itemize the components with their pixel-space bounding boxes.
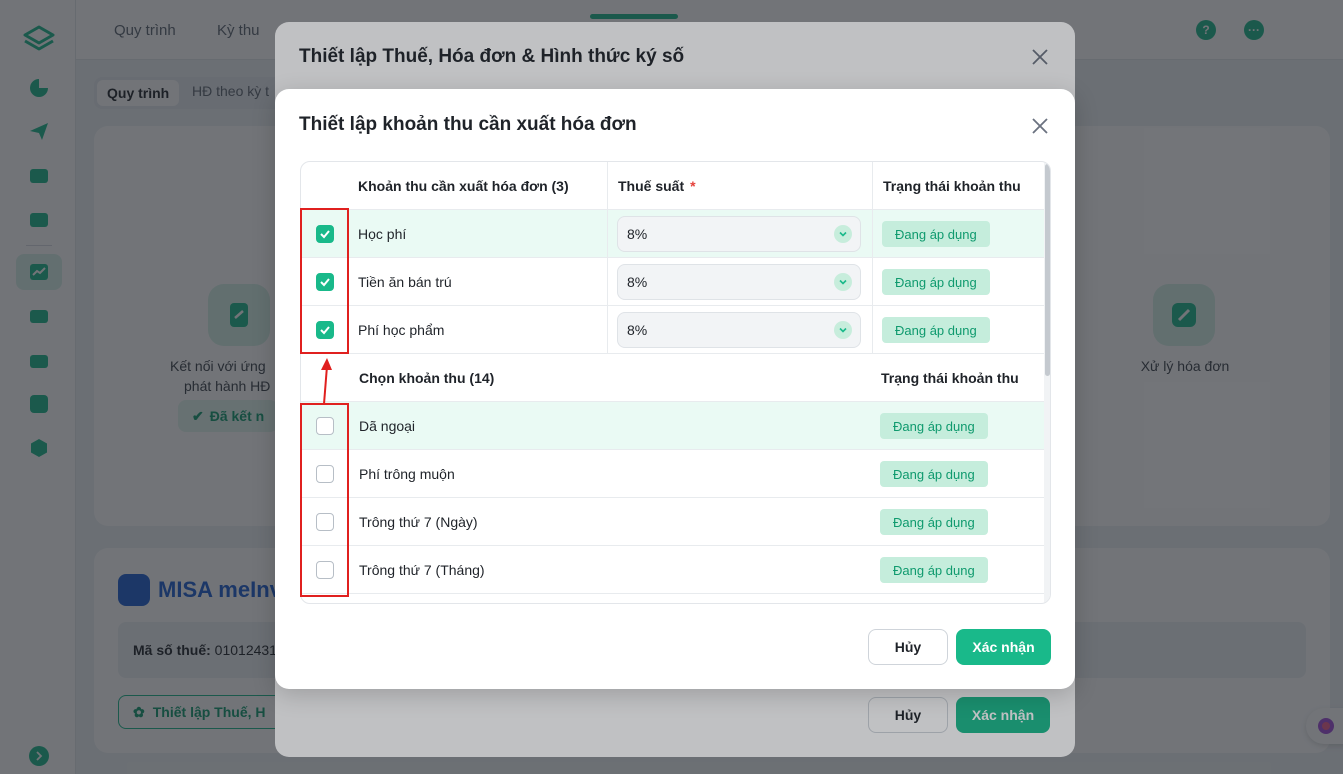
col-header-tax: Thuế suất * (618, 178, 696, 194)
invoice-items-dialog: Thiết lập khoản thu cần xuất hóa đơn Kho… (275, 89, 1075, 689)
close-icon[interactable] (1031, 117, 1049, 135)
status-badge: Đang áp dụng (882, 317, 990, 343)
items-table: Khoản thu cần xuất hóa đơn (3) Thuế suất… (300, 161, 1051, 604)
col-header-status: Trạng thái khoản thu (881, 370, 1019, 386)
col-header-status: Trạng thái khoản thu (883, 178, 1021, 194)
table-row: Phí học phẩm 8% Đang áp dụng (301, 306, 1045, 354)
table-header: Khoản thu cần xuất hóa đơn (3) Thuế suất… (301, 162, 1045, 210)
annotation-arrow-icon (321, 358, 332, 405)
available-items-header: Chọn khoản thu (14) Trạng thái khoản thu (301, 354, 1045, 402)
chevron-down-icon (834, 225, 852, 243)
tax-rate-select[interactable]: 8% (617, 216, 861, 252)
table-row: Học phí 8% Đang áp dụng (301, 210, 1045, 258)
table-row: Trông thứ 7 (Ngày) Đang áp dụng (301, 498, 1045, 546)
table-row: Phí trông muộn Đang áp dụng (301, 450, 1045, 498)
item-name: Học phí (358, 226, 407, 242)
annotation-selected-box (300, 208, 349, 354)
col-header-item: Khoản thu cần xuất hóa đơn (3) (358, 178, 569, 194)
chevron-down-icon (834, 273, 852, 291)
confirm-button[interactable]: Xác nhận (956, 629, 1051, 665)
col-header-choose: Chọn khoản thu (14) (359, 370, 495, 386)
scrollbar-thumb[interactable] (1045, 164, 1050, 376)
item-name: Trông thứ 7 (Tháng) (359, 562, 485, 578)
status-badge: Đang áp dụng (880, 413, 988, 439)
dialog-title: Thiết lập khoản thu cần xuất hóa đơn (299, 114, 637, 135)
table-row: Dã ngoại Đang áp dụng (301, 402, 1045, 450)
item-name: Dã ngoại (359, 418, 416, 434)
item-name: Trông thứ 7 (Ngày) (359, 514, 478, 530)
cancel-button[interactable]: Hủy (868, 629, 948, 665)
annotation-available-box (300, 403, 349, 597)
table-scrollbar[interactable] (1044, 162, 1050, 603)
table-row: Trông thứ 7 (Tháng) Đang áp dụng (301, 546, 1045, 594)
status-badge: Đang áp dụng (880, 557, 988, 583)
item-name: Phí học phẩm (358, 322, 445, 338)
status-badge: Đang áp dụng (880, 509, 988, 535)
item-name: Phí trông muộn (359, 466, 455, 482)
chevron-down-icon (834, 321, 852, 339)
item-name: Tiền ăn bán trú (358, 274, 452, 290)
status-badge: Đang áp dụng (882, 269, 990, 295)
tax-rate-select[interactable]: 8% (617, 312, 861, 348)
status-badge: Đang áp dụng (880, 461, 988, 487)
tax-rate-select[interactable]: 8% (617, 264, 861, 300)
table-row: Tiền ăn bán trú 8% Đang áp dụng (301, 258, 1045, 306)
status-badge: Đang áp dụng (882, 221, 990, 247)
